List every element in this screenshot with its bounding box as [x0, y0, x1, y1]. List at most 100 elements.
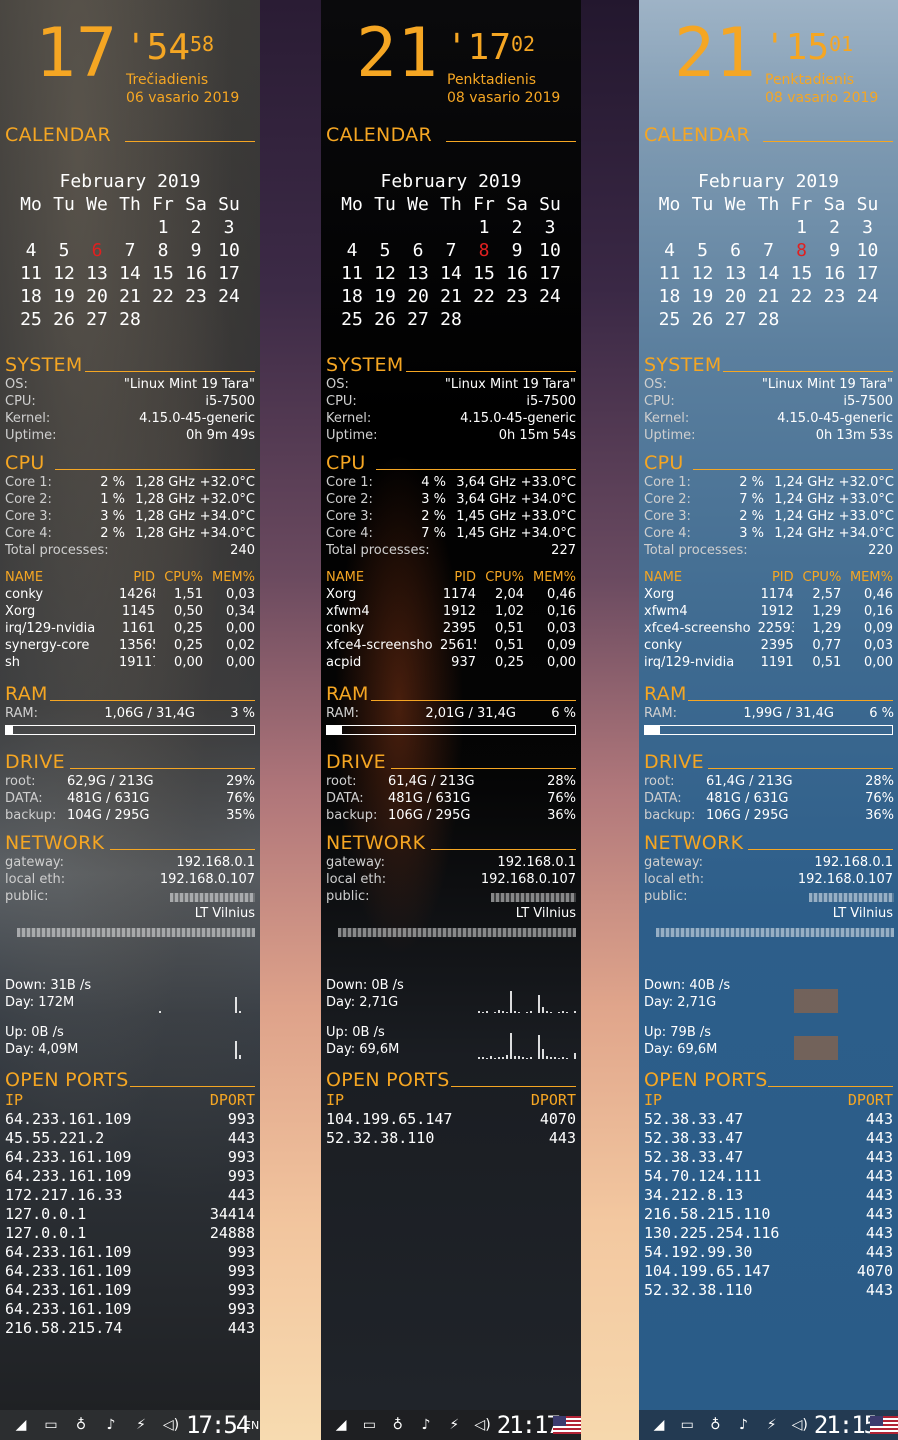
info-value: 192.168.0.107	[480, 872, 576, 887]
cpu-core-cell: 2 %	[739, 509, 764, 524]
volume-icon[interactable]: ◁)	[468, 1410, 496, 1440]
port-number: 4070	[539, 1110, 576, 1128]
drive-cell: DATA:	[5, 791, 43, 806]
network-icon[interactable]: ◢	[6, 1410, 36, 1440]
info-label: public:	[5, 889, 49, 904]
calendar-day: 2	[190, 217, 202, 238]
calendar-day: 10	[856, 240, 879, 261]
power-icon[interactable]: ⚡	[126, 1410, 156, 1440]
process-cell: 19117	[119, 655, 155, 670]
info-value: 4.15.0-45-generic	[777, 411, 893, 426]
cpu-core-cell: Core 4:	[5, 526, 52, 541]
network-icon[interactable]: ◢	[645, 1410, 673, 1440]
section-title: RAM	[326, 683, 369, 705]
graph-bar	[235, 997, 237, 1013]
clock-widget: 17'54 58 Trečiadienis 06 vasario 2019	[5, 0, 255, 120]
clock-weekday: Penktadienis	[765, 72, 855, 88]
process-cell: 0,25	[174, 638, 203, 653]
cpu-core-cell: 3,64 GHz	[456, 475, 516, 490]
process-row: xfwm4 1912 1,02 0,16	[326, 603, 576, 620]
bell-icon[interactable]: ♪	[96, 1410, 126, 1440]
section-title: CALENDAR	[5, 124, 111, 146]
taskbar-clock[interactable]: 21:17	[497, 1411, 561, 1439]
ports-header: IP DPORT	[644, 1091, 893, 1110]
cpu-core-cell: Core 3:	[326, 509, 373, 524]
redacted-public-ip	[170, 893, 255, 902]
clock-weekday: Trečiadienis	[126, 72, 209, 88]
section-header: RAM	[5, 683, 255, 705]
port-ip: 127.0.0.1	[5, 1224, 87, 1242]
process-cell: 0,03	[547, 621, 576, 636]
volume-icon[interactable]: ◁)	[786, 1410, 814, 1440]
cpu-core-cell: 1,24 GHz	[774, 509, 834, 524]
graph-bar	[490, 1056, 492, 1059]
cpu-core-cell: 1,28 GHz	[135, 526, 195, 541]
bell-icon[interactable]: ♪	[729, 1410, 757, 1440]
taskbar-clock[interactable]: 21:15	[814, 1411, 878, 1439]
network-location-row: LT Vilnius	[5, 905, 255, 922]
download-speed: Down: 0B /s	[326, 978, 404, 993]
upload-stats: Up: 79B /s Day: 69,6M	[644, 1024, 717, 1058]
power-icon[interactable]: ⚡	[440, 1410, 468, 1440]
info-value: 192.168.0.1	[814, 855, 893, 870]
network-location: LT Vilnius	[515, 906, 576, 921]
info-value: "Linux Mint 19 Tara"	[761, 377, 893, 392]
calendar-week: 11 12 13 14 15 16 17	[5, 262, 255, 285]
calendar-day: 17	[218, 263, 240, 284]
weekday-label: Fr	[473, 194, 495, 215]
bell-icon[interactable]: ♪	[412, 1410, 440, 1440]
section-header: DRIVE	[5, 751, 255, 773]
section-title: RAM	[5, 683, 48, 705]
cpu-core-row: Core 3: 3 % 1,28 GHz +34.0°C	[5, 508, 255, 525]
drive-info: root: 61,4G / 213G 28% DATA: 481G / 631G 76% b…	[326, 773, 576, 824]
graph-bar	[530, 1011, 532, 1013]
system-info: OS: "Linux Mint 19 Tara" CPU: i5-7500 Kernel…	[644, 376, 893, 444]
ram-label: RAM:	[326, 706, 359, 721]
keyboard-layout-flag-icon[interactable]	[552, 1416, 581, 1434]
graph-bar	[239, 1055, 241, 1059]
cpu-core-row: Core 3: 2 % 1,45 GHz +33.0°C	[326, 508, 576, 525]
keyboard-layout-flag-icon[interactable]	[869, 1416, 898, 1434]
process-cell: 937	[451, 655, 476, 670]
network-info: gateway: 192.168.0.1 local eth: 192.168.0.1…	[5, 854, 255, 922]
lightbulb-icon[interactable]: ♁	[66, 1410, 96, 1440]
window-icon[interactable]: ▭	[355, 1410, 383, 1440]
ram-used: 1,99G / 31,4G	[743, 706, 834, 721]
calendar-day: 21	[757, 286, 780, 307]
keyboard-layout-indicator[interactable]: EN	[244, 1419, 259, 1432]
port-row: 52.32.38.110 443	[644, 1281, 893, 1300]
process-cell: 0,00	[174, 655, 203, 670]
info-label: Kernel:	[644, 411, 690, 426]
power-icon[interactable]: ⚡	[758, 1410, 786, 1440]
volume-icon[interactable]: ◁)	[156, 1410, 186, 1440]
process-cell: 0,51	[495, 638, 524, 653]
info-value: "Linux Mint 19 Tara"	[444, 377, 576, 392]
window-icon[interactable]: ▭	[36, 1410, 66, 1440]
drive-cell: 104G / 295G	[67, 808, 150, 823]
panel-content: 17'54 58 Trečiadienis 06 vasario 2019 CALEND…	[5, 0, 255, 1337]
download-day: Day: 172M	[5, 995, 75, 1010]
window-icon[interactable]: ▭	[673, 1410, 701, 1440]
port-row: 45.55.221.2 443	[5, 1129, 255, 1148]
process-cell: 0,09	[864, 621, 893, 636]
process-cell: 0,50	[174, 604, 203, 619]
cpu-core-cell: 1,45 GHz	[456, 526, 516, 541]
port-number: 993	[227, 1167, 255, 1185]
column-dport: DPORT	[847, 1091, 893, 1109]
cpu-core-cell: 1,28 GHz	[135, 475, 195, 490]
calendar-day: 12	[691, 263, 714, 284]
calendar-week: 25 26 27 28	[644, 308, 893, 331]
calendar-day	[468, 308, 501, 331]
port-ip: 216.58.215.110	[644, 1205, 771, 1223]
drive-cell: backup:	[644, 808, 696, 823]
port-row: 52.38.33.47 443	[644, 1129, 893, 1148]
conky-panel: 21'15 01 Penktadienis 08 vasario 2019 CALEND…	[639, 0, 898, 1410]
taskbar-clock[interactable]: 17:54	[186, 1411, 250, 1439]
port-row: 127.0.0.1 24888	[5, 1224, 255, 1243]
lightbulb-icon[interactable]: ♁	[701, 1410, 729, 1440]
port-ip: 52.32.38.110	[644, 1281, 753, 1299]
info-label: Uptime:	[326, 428, 378, 443]
network-icon[interactable]: ◢	[327, 1410, 355, 1440]
section-divider	[768, 1086, 893, 1087]
lightbulb-icon[interactable]: ♁	[384, 1410, 412, 1440]
